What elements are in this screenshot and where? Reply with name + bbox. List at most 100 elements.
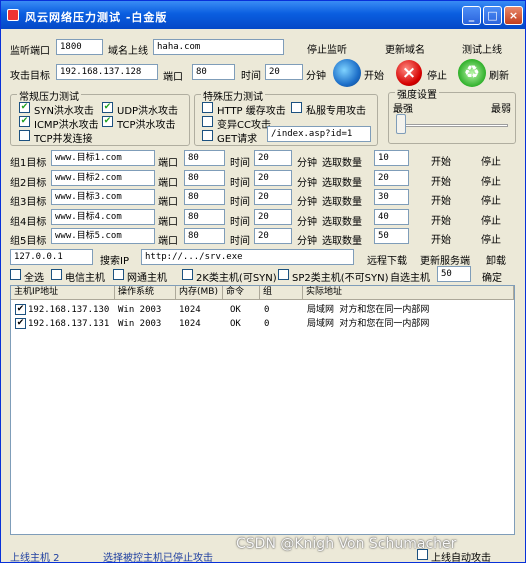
group-time-input[interactable]: 20 <box>254 170 292 186</box>
refresh-button[interactable]: 刷新 <box>489 67 509 82</box>
hostsp2-checkbox[interactable] <box>278 269 289 280</box>
group-time-input[interactable]: 20 <box>254 228 292 244</box>
group-target-input[interactable]: www.目标2.com <box>51 170 155 186</box>
group-num-input[interactable]: 20 <box>374 170 409 186</box>
status-message: 选择被控主机已停止攻击 <box>103 553 213 563</box>
row-checkbox[interactable]: ✔ <box>15 304 26 315</box>
group-stop-button[interactable]: 停止 <box>481 173 501 188</box>
maximize-button[interactable]: □ <box>483 6 502 25</box>
group-num-input[interactable]: 10 <box>374 150 409 166</box>
cell-os: Win 2003 <box>118 305 162 315</box>
uninstall-button[interactable]: 卸载 <box>486 252 506 267</box>
stop-listen-button[interactable]: 停止监听 <box>307 41 347 56</box>
ip-input[interactable]: 127.0.0.1 <box>10 249 93 265</box>
group-time-input[interactable]: 20 <box>254 209 292 225</box>
group-start-button[interactable]: 开始 <box>431 173 451 188</box>
group-num-input[interactable]: 30 <box>374 189 409 205</box>
group-port-input[interactable]: 80 <box>184 209 225 225</box>
col-header-address[interactable]: 实际地址 <box>303 286 514 300</box>
tcp-concurrent-checkbox[interactable] <box>19 130 30 141</box>
host-list[interactable]: 主机IP地址 操作系统 内存(MB) 命令 组 实际地址 ✔ 192.168.13… <box>10 285 515 535</box>
group-label: 组1目标 <box>10 158 47 169</box>
custom-select-label: 自选主机 <box>390 273 430 284</box>
domain-input[interactable]: haha.com <box>153 39 284 55</box>
group-num-input[interactable]: 40 <box>374 209 409 225</box>
stop-button[interactable]: 停止 <box>427 67 447 82</box>
group-port-input[interactable]: 80 <box>184 228 225 244</box>
custom-num-input[interactable]: 50 <box>437 266 471 282</box>
cell-ip: 192.168.137.131 <box>28 319 110 329</box>
host2k-label: 2K类主机(可SYN) <box>196 273 277 284</box>
get-path-input[interactable]: /index.asp?id=1 <box>267 126 371 142</box>
group-start-button[interactable]: 开始 <box>431 153 451 168</box>
cell-addr: 局域网 对方和您在同一内部网 <box>307 305 430 315</box>
update-service-button[interactable]: 更新服务端 <box>420 252 470 267</box>
col-header-memory[interactable]: 内存(MB) <box>176 286 223 300</box>
col-header-ip[interactable]: 主机IP地址 <box>11 286 115 300</box>
start-button[interactable]: 开始 <box>364 67 384 82</box>
time-input[interactable]: 20 <box>265 64 303 80</box>
group-port-label: 端口 <box>158 197 178 208</box>
group-num-input[interactable]: 50 <box>374 228 409 244</box>
group-stop-button[interactable]: 停止 <box>481 153 501 168</box>
netcom-checkbox[interactable] <box>113 269 124 280</box>
icmp-label: ICMP洪水攻击 <box>34 120 99 131</box>
get-request-label: GET请求 <box>217 134 258 145</box>
tcp-concurrent-label: TCP并发连接 <box>34 134 93 145</box>
cell-cmd: OK <box>230 319 241 329</box>
tcp-checkbox[interactable]: ✔ <box>102 116 113 127</box>
globe-icon[interactable] <box>333 59 361 87</box>
group-target-input[interactable]: www.目标3.com <box>51 189 155 205</box>
group-minute-label: 分钟 <box>297 158 317 169</box>
time-label: 时间 <box>241 71 261 82</box>
group-stop-button[interactable]: 停止 <box>481 192 501 207</box>
group-time-input[interactable]: 20 <box>254 150 292 166</box>
icmp-checkbox[interactable]: ✔ <box>19 116 30 127</box>
group-target-input[interactable]: www.目标5.com <box>51 228 155 244</box>
http-cache-checkbox[interactable] <box>202 102 213 113</box>
stop-icon[interactable]: × <box>396 60 422 86</box>
col-header-command[interactable]: 命令 <box>223 286 260 300</box>
row-checkbox[interactable]: ✔ <box>15 318 26 329</box>
group-time-input[interactable]: 20 <box>254 189 292 205</box>
close-button[interactable]: × <box>504 6 523 25</box>
domain-label: 域名上线 <box>108 46 148 57</box>
cc-checkbox[interactable] <box>202 116 213 127</box>
tcp-label: TCP洪水攻击 <box>117 120 176 131</box>
remote-download-button[interactable]: 远程下载 <box>367 252 407 267</box>
group-stop-button[interactable]: 停止 <box>481 212 501 227</box>
telecom-checkbox[interactable] <box>51 269 62 280</box>
private-server-checkbox[interactable] <box>291 102 302 113</box>
cell-mem: 1024 <box>179 305 201 315</box>
col-header-group[interactable]: 组 <box>260 286 303 300</box>
url-input[interactable]: http://.../srv.exe <box>141 249 354 265</box>
group-target-input[interactable]: www.目标1.com <box>51 150 155 166</box>
get-request-checkbox[interactable] <box>202 130 213 141</box>
listen-port-input[interactable]: 1800 <box>56 39 103 55</box>
host2k-checkbox[interactable] <box>182 269 193 280</box>
intensity-slider-thumb[interactable] <box>396 114 406 134</box>
port-input[interactable]: 80 <box>192 64 235 80</box>
target-input[interactable]: 192.168.137.128 <box>56 64 158 80</box>
update-domain-button[interactable]: 更新域名 <box>385 41 425 56</box>
group-stop-button[interactable]: 停止 <box>481 231 501 246</box>
group-port-input[interactable]: 80 <box>184 170 225 186</box>
test-online-button[interactable]: 测试上线 <box>462 41 502 56</box>
group-label: 组4目标 <box>10 217 47 228</box>
select-all-checkbox[interactable] <box>10 269 21 280</box>
group-target-input[interactable]: www.目标4.com <box>51 209 155 225</box>
udp-checkbox[interactable]: ✔ <box>102 102 113 113</box>
cc-label: 变异CC攻击 <box>217 120 271 131</box>
minimize-button[interactable]: _ <box>462 6 481 25</box>
group-port-input[interactable]: 80 <box>184 150 225 166</box>
group-start-button[interactable]: 开始 <box>431 192 451 207</box>
confirm-button[interactable]: 确定 <box>482 269 502 284</box>
group-start-button[interactable]: 开始 <box>431 231 451 246</box>
col-header-os[interactable]: 操作系统 <box>115 286 176 300</box>
group-start-button[interactable]: 开始 <box>431 212 451 227</box>
group-port-input[interactable]: 80 <box>184 189 225 205</box>
syn-checkbox[interactable]: ✔ <box>19 102 30 113</box>
cell-addr: 局域网 对方和您在同一内部网 <box>307 319 430 329</box>
refresh-icon[interactable]: ♻ <box>458 59 486 87</box>
search-ip-button[interactable]: 搜索IP <box>100 252 129 267</box>
